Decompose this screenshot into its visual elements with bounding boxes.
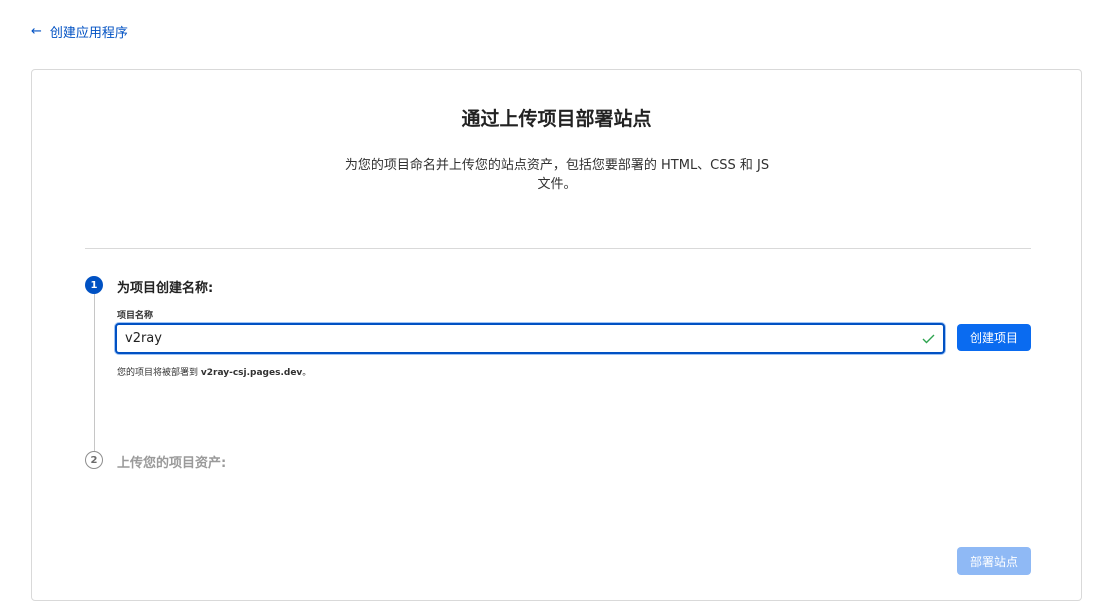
project-name-field[interactable] [115, 323, 945, 354]
step-1-indicator: 1 [85, 276, 103, 294]
back-link-label: 创建应用程序 [49, 26, 128, 41]
step-1-title: 为项目创建名称: [117, 281, 214, 296]
step-2-title: 上传您的项目资产: [117, 456, 227, 471]
hint-suffix: 。 [302, 368, 312, 378]
create-project-button[interactable]: 创建项目 [957, 324, 1031, 351]
page-description: 为您的项目命名并上传您的站点资产，包括您要部署的 HTML、CSS 和 JS 文… [344, 158, 770, 192]
step-2-indicator: 2 [85, 451, 103, 469]
arrow-left-icon: ← [31, 24, 42, 39]
back-link-create-application[interactable]: ← 创建应用程序 [31, 22, 128, 41]
divider [85, 248, 1031, 249]
check-icon [919, 330, 937, 348]
page-title: 通过上传项目部署站点 [461, 108, 652, 130]
step-connector-line [94, 294, 95, 454]
project-name-input[interactable] [117, 331, 919, 346]
deploy-site-button[interactable]: 部署站点 [957, 547, 1031, 575]
hint-domain: v2ray-csj.pages.dev [200, 368, 303, 378]
project-name-label: 项目名称 [117, 311, 154, 321]
upload-deploy-card: 通过上传项目部署站点 为您的项目命名并上传您的站点资产，包括您要部署的 HTML… [31, 69, 1082, 601]
deploy-url-hint: 您的项目将被部署到 v2ray-csj.pages.dev。 [117, 365, 311, 378]
hint-prefix: 您的项目将被部署到 [117, 368, 201, 378]
